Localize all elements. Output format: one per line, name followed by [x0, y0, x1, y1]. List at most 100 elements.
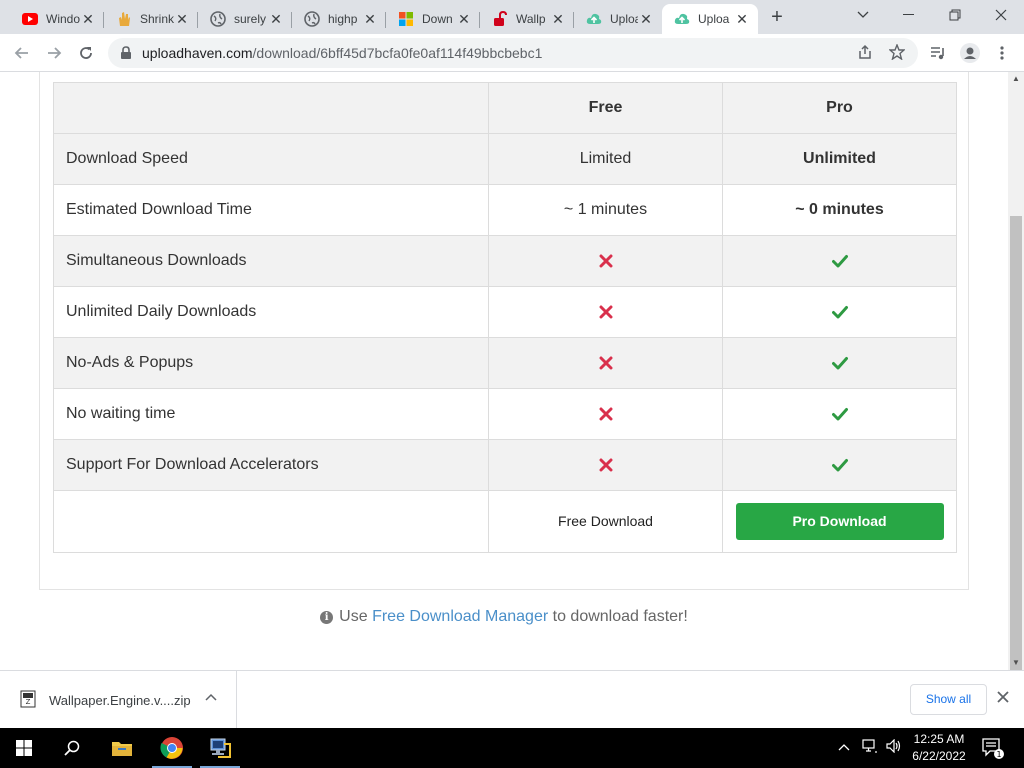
show-all-button[interactable]: Show all: [910, 684, 987, 715]
minimize-icon[interactable]: [886, 0, 932, 30]
back-arrow-icon[interactable]: [8, 39, 36, 67]
download-tip: i Use Free Download Manager to download f…: [0, 608, 1008, 626]
lock-icon[interactable]: [120, 46, 132, 65]
close-tab-icon[interactable]: ✕: [734, 11, 750, 27]
url-path: /download/6bff45d7bcfa0fe0af114f49bbcbeb…: [252, 45, 543, 61]
chevron-up-icon[interactable]: [205, 690, 217, 704]
tab-title: highp: [328, 12, 358, 26]
cross-icon: [599, 458, 612, 472]
tab-1[interactable]: Shrink ✕: [104, 4, 198, 34]
unlock-icon: [492, 11, 508, 27]
table-row: No-Ads & Popups: [53, 337, 957, 389]
close-tab-icon[interactable]: ✕: [638, 11, 654, 27]
scroll-up-arrow-icon[interactable]: ▲: [1012, 74, 1020, 83]
info-circle-icon: i: [320, 611, 334, 624]
pro-cell: [722, 337, 957, 389]
free-download-link[interactable]: Free Download: [558, 513, 653, 529]
forward-arrow-icon[interactable]: [40, 39, 68, 67]
vertical-scrollbar[interactable]: ▲ ▼: [1008, 72, 1024, 678]
svg-text:Z: Z: [26, 698, 31, 706]
cross-icon: [599, 407, 612, 421]
windows-start-icon[interactable]: [0, 728, 48, 768]
system-clock[interactable]: 12:25 AM 6/22/2022: [900, 731, 978, 765]
feature-label: Support For Download Accelerators: [53, 439, 489, 491]
close-shelf-icon[interactable]: [997, 690, 1009, 708]
restore-icon[interactable]: [932, 0, 978, 30]
free-value: ~ 1 minutes: [488, 184, 723, 236]
header-free: Free: [488, 82, 723, 134]
pro-cell: [722, 439, 957, 491]
file-explorer-icon[interactable]: [98, 728, 146, 768]
feature-label: No-Ads & Popups: [53, 337, 489, 389]
reload-icon[interactable]: [72, 39, 100, 67]
free-download-cell: Free Download: [488, 490, 723, 553]
url-text[interactable]: uploadhaven.com/download/6bff45d7bcfa0fe…: [142, 45, 542, 61]
cross-icon: [599, 356, 612, 370]
download-buttons-row: Free Download Pro Download: [53, 490, 957, 553]
media-controls-icon[interactable]: [924, 39, 952, 67]
address-bar[interactable]: uploadhaven.com/download/6bff45d7bcfa0fe…: [108, 38, 918, 68]
bookmark-star-icon[interactable]: [888, 43, 906, 62]
close-tab-icon[interactable]: ✕: [174, 11, 190, 27]
download-file-name: Wallpaper.Engine.v....zip: [49, 693, 191, 708]
free-cell: [488, 337, 723, 389]
tab-4[interactable]: Down ✕: [386, 4, 480, 34]
tab-7-active[interactable]: Uploa ✕: [662, 4, 758, 34]
free-download-manager-link[interactable]: Free Download Manager: [372, 608, 548, 625]
cross-icon: [599, 254, 612, 268]
cloud-upload-icon: [674, 11, 690, 27]
close-tab-icon[interactable]: ✕: [550, 11, 566, 27]
tab-6[interactable]: Uploa ✕: [574, 4, 662, 34]
feature-label: Unlimited Daily Downloads: [53, 286, 489, 338]
network-app-icon[interactable]: [196, 728, 244, 768]
scrollbar-thumb[interactable]: [1010, 216, 1022, 678]
tab-2[interactable]: surely ✕: [198, 4, 292, 34]
search-icon[interactable]: [48, 728, 96, 768]
check-icon: [831, 305, 848, 319]
comparison-panel: Free Pro Download Speed Limited Unlimite…: [39, 72, 969, 590]
notification-center-icon[interactable]: 1: [982, 737, 1004, 764]
network-icon[interactable]: [862, 739, 878, 756]
youtube-icon: [22, 11, 38, 27]
tab-title: Down: [422, 12, 453, 26]
pro-download-cell: Pro Download: [722, 490, 957, 553]
free-cell: [488, 388, 723, 440]
table-row: Unlimited Daily Downloads: [53, 286, 957, 338]
free-cell: [488, 439, 723, 491]
pro-download-button[interactable]: Pro Download: [735, 503, 944, 540]
kebab-menu-icon[interactable]: [988, 39, 1016, 67]
pro-cell: [722, 286, 957, 338]
close-tab-icon[interactable]: ✕: [268, 11, 284, 27]
table-row: Simultaneous Downloads: [53, 235, 957, 287]
check-icon: [831, 254, 848, 268]
tab-3[interactable]: highp ✕: [292, 4, 386, 34]
microsoft-icon: [398, 11, 414, 27]
download-shelf: Z Wallpaper.Engine.v....zip Show all: [0, 670, 1024, 728]
free-cell: [488, 235, 723, 287]
tip-suffix: to download faster!: [552, 608, 688, 625]
table-row: Estimated Download Time ~ 1 minutes ~ 0 …: [53, 184, 957, 236]
check-icon: [831, 407, 848, 421]
new-tab-plus-icon[interactable]: +: [764, 6, 790, 30]
free-value: Limited: [488, 133, 723, 185]
close-window-icon[interactable]: [978, 0, 1024, 30]
download-item[interactable]: Z Wallpaper.Engine.v....zip: [0, 671, 237, 728]
close-tab-icon[interactable]: ✕: [456, 11, 472, 27]
tab-5[interactable]: Wallp ✕: [480, 4, 574, 34]
profile-avatar-icon[interactable]: [956, 39, 984, 67]
share-icon[interactable]: [856, 44, 874, 62]
page-content: Free Pro Download Speed Limited Unlimite…: [0, 72, 1008, 670]
close-tab-icon[interactable]: ✕: [80, 11, 96, 27]
tab-0[interactable]: Windo ✕: [10, 4, 104, 34]
cloud-upload-icon: [586, 11, 602, 27]
scroll-down-arrow-icon[interactable]: ▼: [1012, 658, 1020, 667]
tab-title: surely: [234, 12, 267, 26]
tab-title: Shrink: [140, 12, 174, 26]
pro-value: Unlimited: [722, 133, 957, 185]
chevron-up-tray-icon[interactable]: [838, 739, 850, 754]
plan-comparison-table: Free Pro Download Speed Limited Unlimite…: [53, 82, 957, 553]
close-tab-icon[interactable]: ✕: [362, 11, 378, 27]
tab-search-chevron-icon[interactable]: [840, 0, 886, 30]
zip-file-icon: Z: [20, 690, 36, 713]
chrome-icon[interactable]: [148, 728, 196, 768]
